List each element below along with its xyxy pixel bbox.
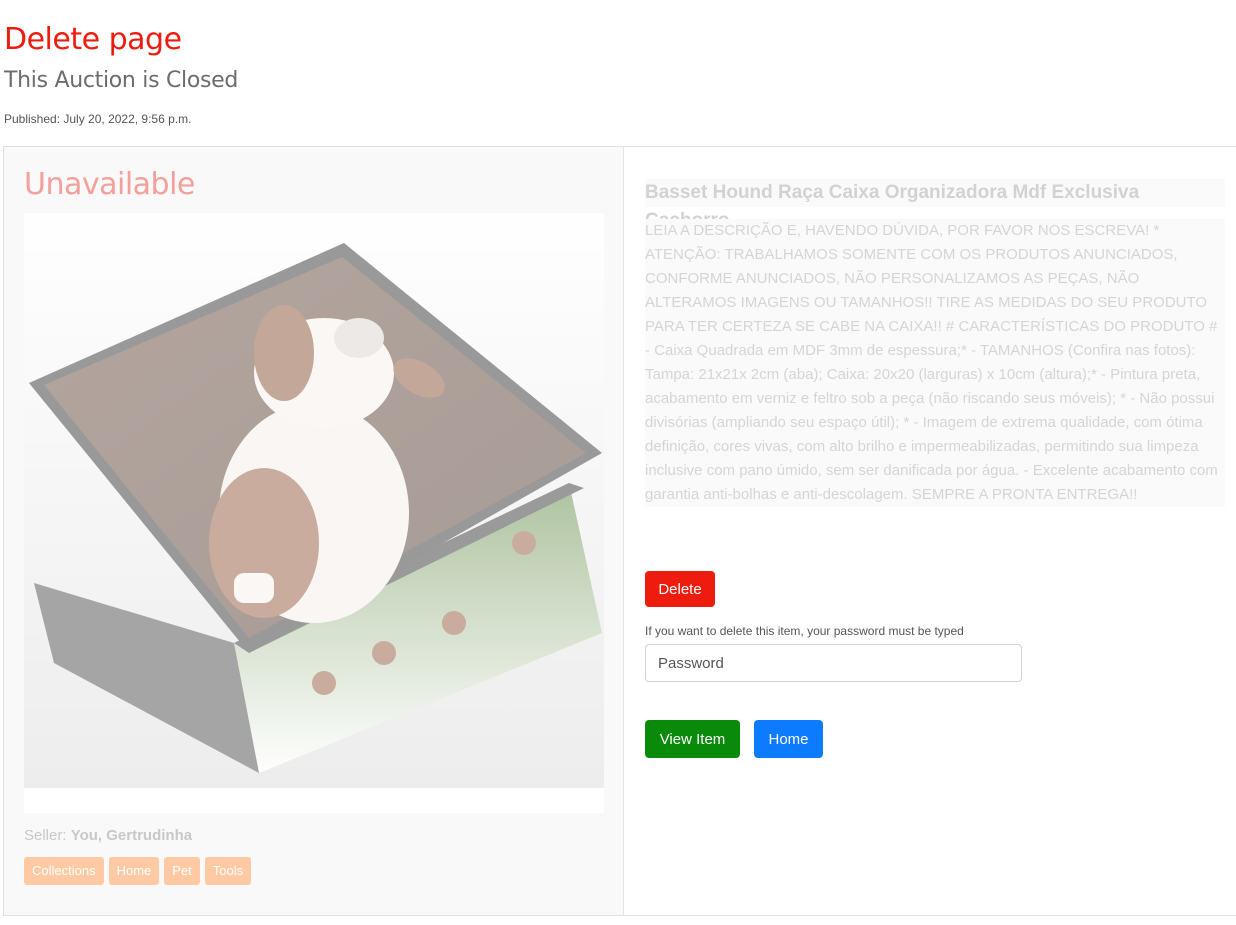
unavailable-label: Unavailable (24, 167, 195, 202)
password-input[interactable] (645, 644, 1022, 682)
seller-label: Seller: (24, 827, 67, 844)
item-description: LEIA A DESCRIÇÃO E, HAVENDO DÚVIDA, POR … (645, 219, 1225, 507)
tag-home[interactable]: Home (108, 857, 160, 885)
listing-details-column: Basset Hound Raça Caixa Organizadora Mdf… (645, 147, 1230, 915)
category-tags: Collections Home Pet Tools (24, 857, 252, 885)
auction-status-heading: This Auction is Closed (4, 68, 239, 93)
page-title: Delete page (4, 22, 182, 57)
published-date: Published: July 20, 2022, 9:56 p.m. (4, 112, 192, 126)
listing-card: Unavailable Seller: You, Gertrudinha Col… (3, 146, 1236, 916)
view-item-button[interactable]: View Item (645, 720, 740, 758)
password-help-text: If you want to delete this item, your pa… (645, 624, 964, 638)
delete-button[interactable]: Delete (645, 571, 715, 607)
home-button[interactable]: Home (754, 720, 823, 758)
item-title: Basset Hound Raça Caixa Organizadora Mdf… (645, 179, 1225, 231)
tag-collections[interactable]: Collections (24, 857, 104, 885)
basset-box-picture (24, 213, 604, 788)
listing-media-column: Unavailable Seller: You, Gertrudinha Col… (4, 147, 624, 915)
seller-name: You, Gertrudinha (70, 827, 193, 844)
tag-pet[interactable]: Pet (164, 857, 200, 885)
seller-info: Seller: You, Gertrudinha (24, 827, 192, 844)
item-image (24, 213, 604, 813)
tag-tools[interactable]: Tools (204, 857, 252, 885)
